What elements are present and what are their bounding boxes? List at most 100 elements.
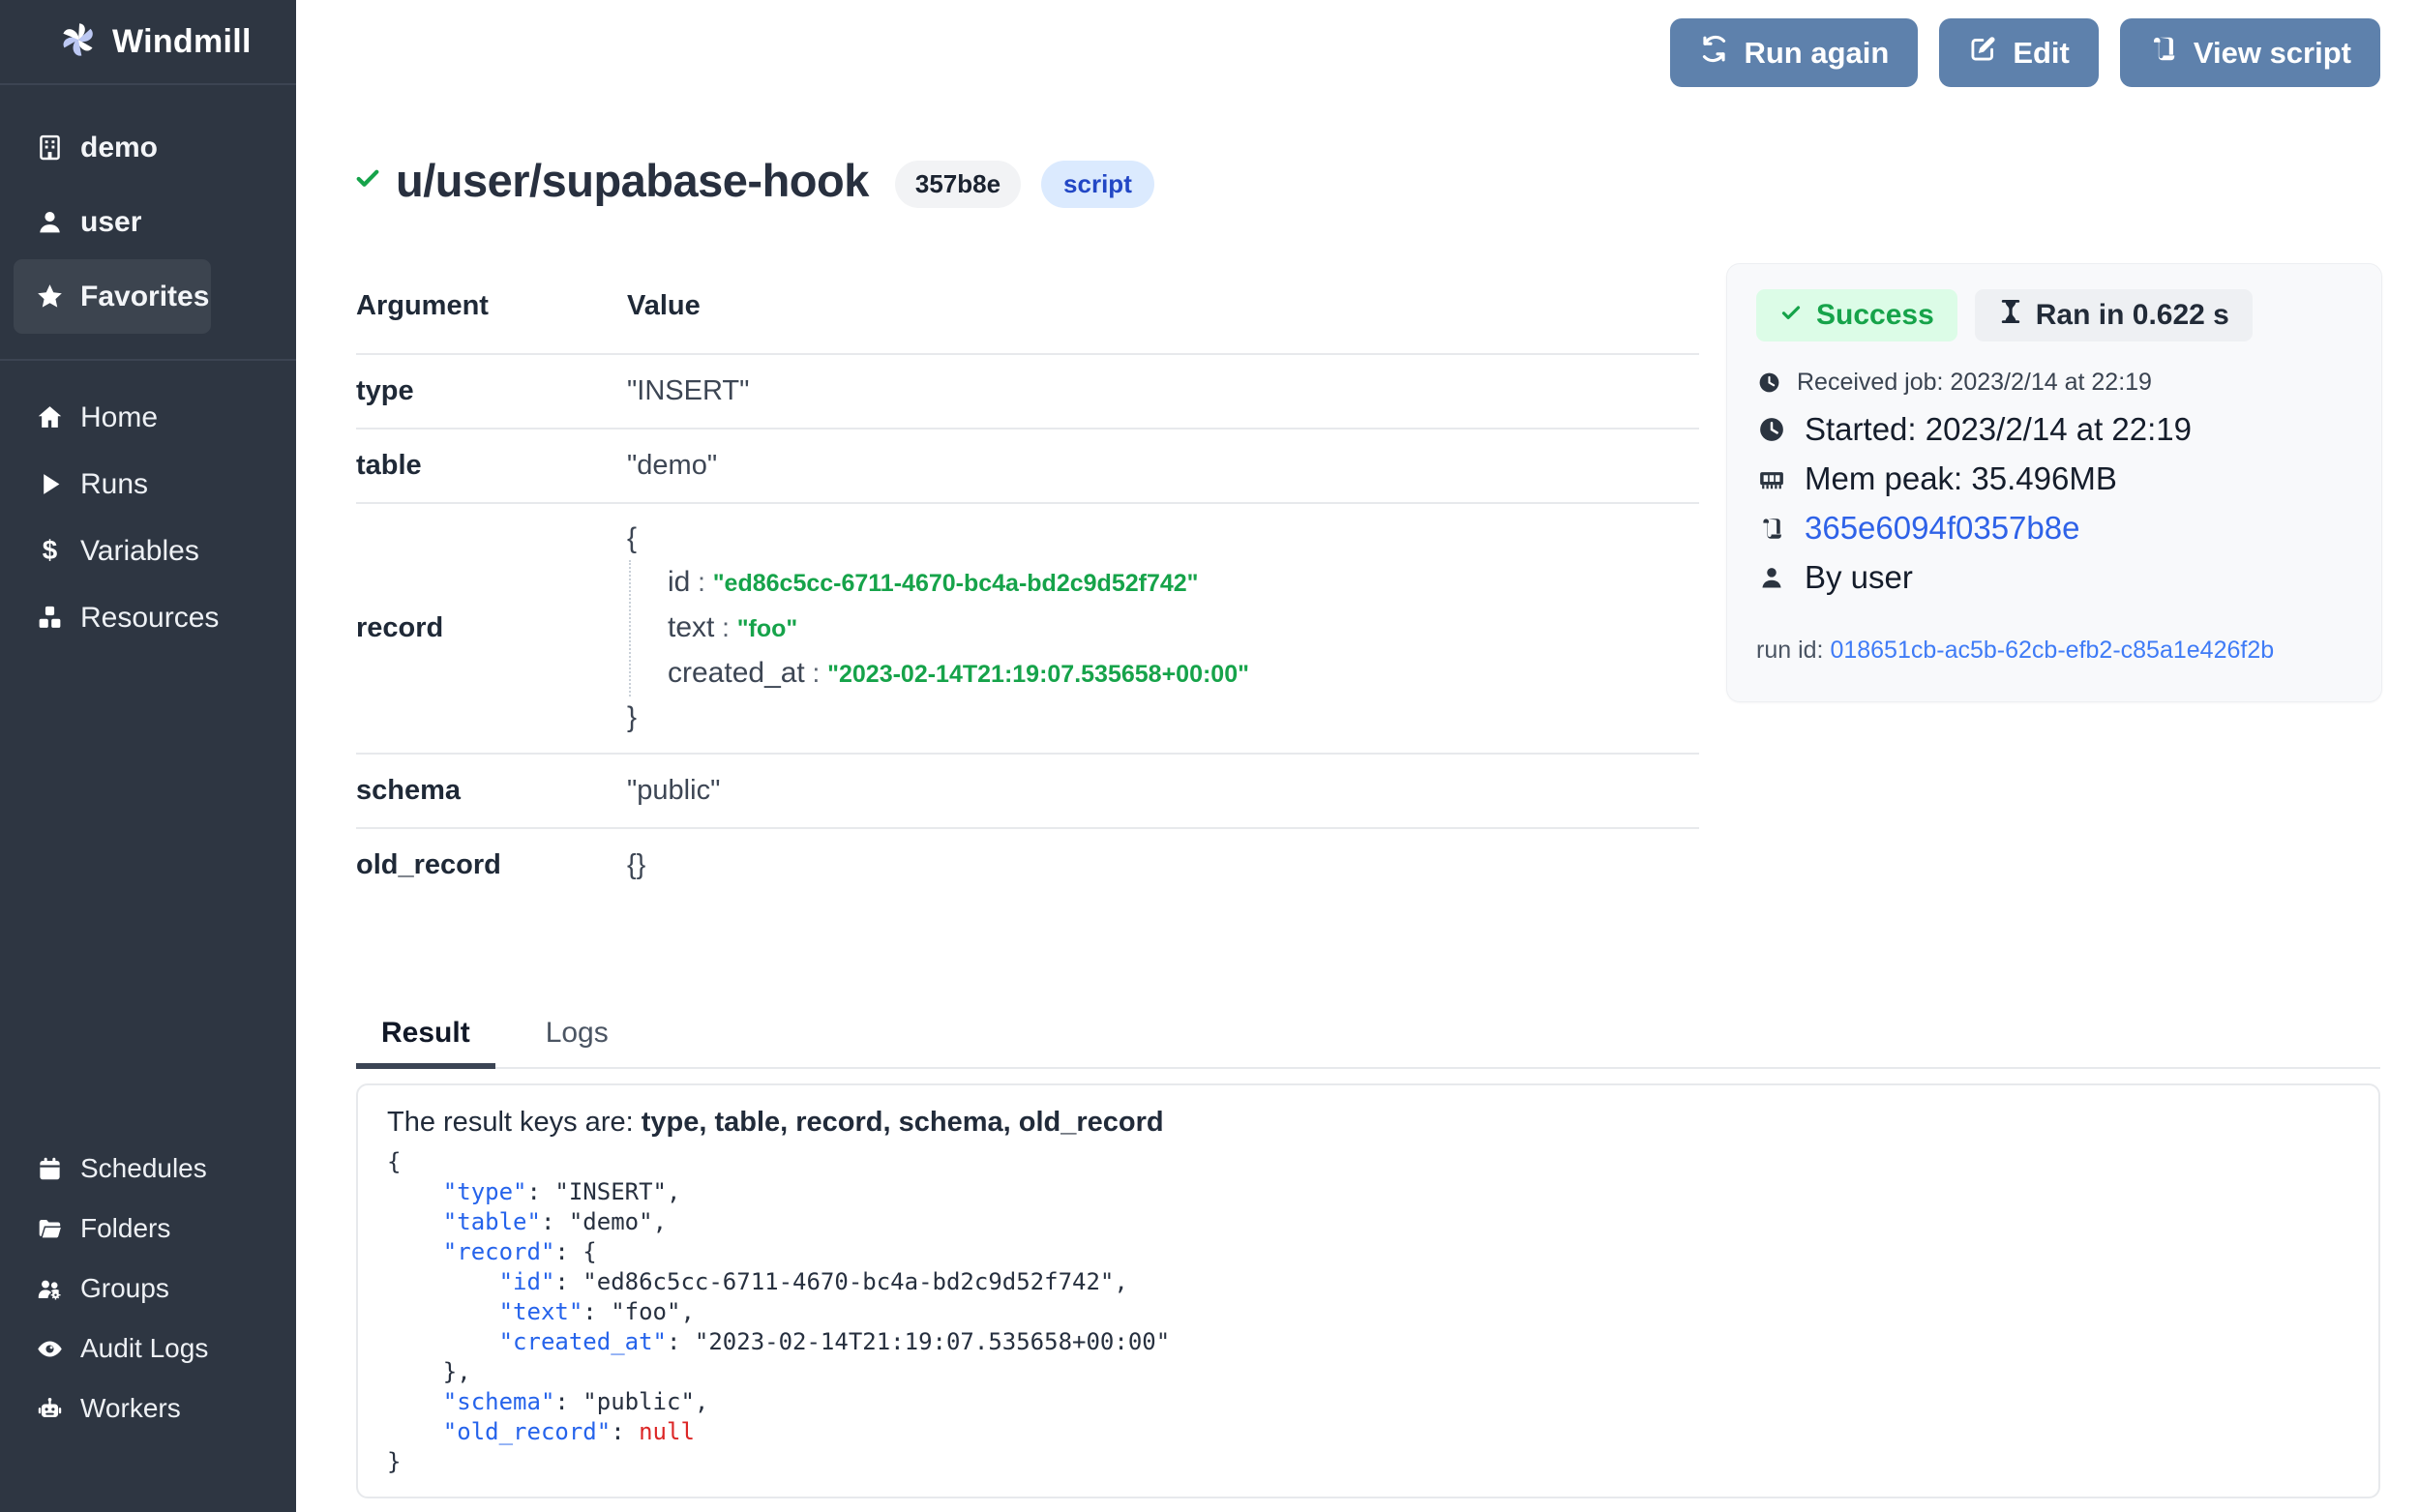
run-id-link[interactable]: 018651cb-ac5b-62cb-efb2-c85a1e426f2b: [1830, 637, 2274, 664]
sidebar-item-audit-logs[interactable]: Audit Logs: [0, 1319, 296, 1379]
sidebar-item-label: Groups: [80, 1273, 169, 1304]
sidebar-item-label: Folders: [80, 1213, 170, 1244]
argument-name: table: [356, 450, 627, 482]
json-line: "type": "INSERT",: [387, 1177, 2349, 1207]
run-id-row: run id: 018651cb-ac5b-62cb-efb2-c85a1e42…: [1756, 637, 2352, 665]
sidebar-item-label: Favorites: [80, 281, 209, 313]
sidebar-item-label: Resources: [80, 602, 219, 635]
record-entry-id: id : "ed86c5cc-6711-4670-bc4a-bd2c9d52f7…: [668, 560, 1249, 606]
play-icon: [35, 470, 64, 498]
sidebar-item-demo[interactable]: demo: [0, 110, 296, 185]
json-line: },: [387, 1357, 2349, 1387]
json-line: "text": "foo",: [387, 1297, 2349, 1327]
json-line: }: [387, 1447, 2349, 1477]
by-user-text: By user: [1805, 559, 1913, 596]
sidebar-item-label: user: [80, 206, 141, 239]
result-tabs: Result Logs: [356, 1017, 2380, 1069]
run-again-label: Run again: [1744, 36, 1889, 71]
sidebar-workspace-section: demo user Favorites: [0, 85, 296, 334]
record-entries: id : "ed86c5cc-6711-4670-bc4a-bd2c9d52f7…: [629, 560, 1249, 697]
eye-icon: [35, 1336, 64, 1362]
json-line: "table": "demo",: [387, 1207, 2349, 1237]
argument-value: "public": [627, 775, 720, 807]
mem-peak-row: Mem peak: 35.496MB: [1756, 460, 2352, 497]
sidebar-item-label: demo: [80, 132, 158, 164]
tab-logs[interactable]: Logs: [521, 1017, 634, 1067]
windmill-logo-icon: [58, 19, 99, 65]
run-again-button[interactable]: Run again: [1670, 18, 1918, 87]
script-kind-badge: script: [1041, 161, 1154, 208]
json-line: "old_record": null: [387, 1417, 2349, 1447]
json-line: "created_at": "2023-02-14T21:19:07.53565…: [387, 1327, 2349, 1357]
scroll-icon: [2149, 34, 2179, 72]
sidebar-item-label: Variables: [80, 535, 199, 568]
toolbar: Run again Edit View script: [1670, 18, 2380, 87]
clock-icon: [1756, 415, 1787, 444]
record-colon: :: [805, 658, 827, 688]
home-icon: [35, 403, 64, 431]
sidebar-item-variables[interactable]: $Variables: [0, 518, 296, 584]
json-line: "record": {: [387, 1237, 2349, 1267]
memory-icon: [1756, 464, 1787, 493]
record-value: "2023-02-14T21:19:07.535658+00:00": [827, 661, 1249, 688]
sidebar-admin-section: Schedules Folders Groups Audit LogsWorkers: [0, 1139, 296, 1438]
json-line: "schema": "public",: [387, 1387, 2349, 1417]
argument-value: {id : "ed86c5cc-6711-4670-bc4a-bd2c9d52f…: [627, 518, 1249, 739]
status-badge-label: Success: [1816, 299, 1934, 332]
view-script-label: View script: [2194, 36, 2351, 71]
sidebar-item-groups[interactable]: Groups: [0, 1259, 296, 1319]
mem-peak-text: Mem peak: 35.496MB: [1805, 460, 2117, 497]
page-header: u/user/supabase-hook 357b8e script: [354, 153, 1154, 208]
sidebar-item-folders[interactable]: Folders: [0, 1199, 296, 1259]
scroll-icon: [1756, 516, 1787, 542]
app-title: Windmill: [112, 23, 252, 61]
script-hash-link[interactable]: 365e6094f0357b8e: [1756, 510, 2352, 547]
sidebar-item-label: Home: [80, 401, 158, 434]
run-id-label: run id:: [1756, 637, 1823, 664]
tab-result[interactable]: Result: [356, 1017, 495, 1069]
arguments-rows: type"INSERT" table"demo" record{id : "ed86…: [356, 355, 1699, 902]
argument-name: record: [356, 612, 627, 644]
by-user-row: By user: [1756, 559, 2352, 596]
job-status-panel: Success Ran in 0.622 s Received job: 202…: [1726, 263, 2382, 702]
sidebar-item-favorites[interactable]: Favorites: [14, 259, 211, 334]
value-column-header: Value: [627, 290, 701, 322]
sidebar-item-schedules[interactable]: Schedules: [0, 1139, 296, 1199]
sidebar-item-home[interactable]: Home: [0, 384, 296, 451]
view-script-button[interactable]: View script: [2120, 18, 2380, 87]
started-text: Started: 2023/2/14 at 22:19: [1805, 411, 2192, 448]
arguments-table-header: Argument Value: [356, 290, 1699, 355]
edit-icon: [1968, 34, 1998, 72]
argument-value: "demo": [627, 450, 717, 482]
users-icon: [35, 1276, 64, 1302]
success-check-icon: [354, 164, 381, 196]
refresh-icon: [1699, 34, 1729, 72]
argument-row-old_record: old_record{}: [356, 829, 1699, 902]
edit-button[interactable]: Edit: [1939, 18, 2099, 87]
hourglass-icon: [1998, 299, 2023, 332]
duration-badge-label: Ran in 0.622 s: [2036, 299, 2229, 332]
sidebar-item-runs[interactable]: Runs: [0, 451, 296, 518]
record-key: text: [668, 611, 714, 643]
argument-row-schema: schema"public": [356, 755, 1699, 829]
started-row: Started: 2023/2/14 at 22:19: [1756, 411, 2352, 448]
check-icon: [1779, 299, 1803, 332]
status-badge: Success: [1756, 289, 1957, 341]
argument-row-type: type"INSERT": [356, 355, 1699, 430]
result-json: { "type": "INSERT", "table": "demo", "re…: [387, 1147, 2349, 1477]
argument-value: "INSERT": [627, 375, 749, 407]
calendar-icon: [35, 1156, 64, 1182]
result-keys-summary: The result keys are: type, table, record…: [387, 1103, 2349, 1141]
sidebar-item-user[interactable]: user: [0, 185, 296, 259]
record-colon: :: [714, 612, 736, 642]
sidebar-item-workers[interactable]: Workers: [0, 1379, 296, 1438]
argument-column-header: Argument: [356, 290, 627, 322]
app-logo[interactable]: Windmill: [0, 0, 296, 85]
sidebar-item-resources[interactable]: Resources: [0, 584, 296, 651]
user-icon: [35, 208, 64, 236]
record-entry-text: text : "foo": [668, 606, 1249, 651]
argument-name: schema: [356, 775, 627, 807]
sidebar-main-section: Home Runs$Variables Resources: [0, 361, 296, 651]
cubes-icon: [35, 604, 64, 632]
received-job-text: Received job: 2023/2/14 at 22:19: [1797, 369, 2152, 397]
